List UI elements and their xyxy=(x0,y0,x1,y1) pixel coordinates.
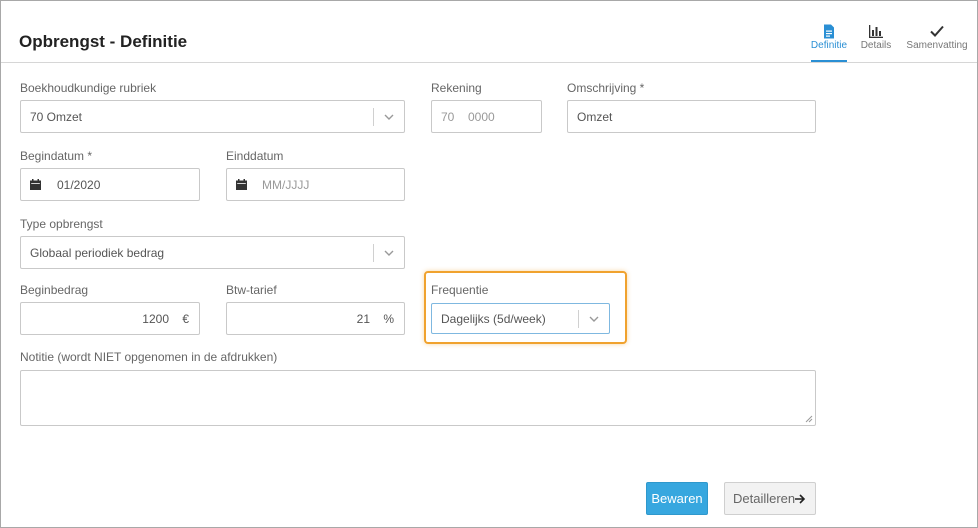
step-samenvatting-label: Samenvatting xyxy=(906,40,968,51)
resize-grip-icon[interactable] xyxy=(805,415,813,423)
chevron-down-icon xyxy=(384,114,394,120)
rubriek-select[interactable]: 70 Omzet xyxy=(20,100,405,133)
percent-suffix: % xyxy=(383,312,394,326)
step-definitie[interactable]: Definitie xyxy=(809,23,849,62)
step-details[interactable]: Details xyxy=(859,23,893,51)
save-button[interactable]: Bewaren xyxy=(646,482,708,515)
frequentie-value: Dagelijks (5d/week) xyxy=(441,312,546,326)
step-samenvatting[interactable]: Samenvatting xyxy=(905,23,969,51)
calendar-icon xyxy=(30,179,41,190)
detailleren-button[interactable]: Detailleren xyxy=(724,482,816,515)
einddatum-placeholder: MM/JJJJ xyxy=(262,178,310,192)
btw-label: Btw-tarief xyxy=(226,283,277,297)
document-icon xyxy=(824,24,834,39)
rubriek-value: 70 Omzet xyxy=(30,110,83,124)
begindatum-input[interactable]: 01/2020 xyxy=(20,168,200,201)
type-select[interactable]: Globaal periodiek bedrag xyxy=(20,236,405,269)
currency-suffix: € xyxy=(182,312,189,326)
begindatum-value: 01/2020 xyxy=(57,178,101,192)
select-separator xyxy=(578,310,579,328)
rekening-value: 0000 xyxy=(468,110,495,124)
beginbedrag-input[interactable]: 1200 € xyxy=(20,302,200,335)
checkmark-icon xyxy=(930,25,944,37)
detailleren-label: Detailleren xyxy=(733,491,796,506)
type-label: Type opbrengst xyxy=(20,217,103,231)
calendar-icon xyxy=(236,179,247,190)
rekening-input[interactable]: 70 0000 xyxy=(431,100,542,133)
form-window: Opbrengst - Definitie Definitie Details xyxy=(0,0,978,528)
frequentie-select[interactable]: Dagelijks (5d/week) xyxy=(431,303,610,334)
beginbedrag-label: Beginbedrag xyxy=(20,283,89,297)
step-details-label: Details xyxy=(860,40,892,51)
btw-input[interactable]: 21 % xyxy=(226,302,405,335)
chevron-down-icon xyxy=(384,250,394,256)
page-title: Opbrengst - Definitie xyxy=(19,32,188,51)
select-separator xyxy=(373,244,374,262)
rekening-prefix: 70 xyxy=(441,110,455,124)
chevron-down-icon xyxy=(589,316,599,322)
omschrijving-value: Omzet xyxy=(577,110,613,124)
frequentie-label: Frequentie xyxy=(431,283,489,297)
header-divider xyxy=(1,62,977,63)
select-separator xyxy=(373,108,374,126)
bar-chart-icon xyxy=(869,25,883,38)
einddatum-label: Einddatum xyxy=(226,149,284,163)
begindatum-label: Begindatum * xyxy=(20,149,93,163)
arrow-right-icon xyxy=(795,494,806,504)
notitie-textarea[interactable] xyxy=(20,370,816,426)
einddatum-input[interactable]: MM/JJJJ xyxy=(226,168,405,201)
btw-value: 21 xyxy=(356,312,370,326)
type-value: Globaal periodiek bedrag xyxy=(30,246,165,260)
step-definitie-label: Definitie xyxy=(810,40,848,51)
rekening-label: Rekening xyxy=(431,81,482,95)
beginbedrag-value: 1200 xyxy=(142,312,169,326)
step-navigation: Definitie Details Samenvatting xyxy=(809,23,969,63)
omschrijving-label: Omschrijving * xyxy=(567,81,645,95)
rubriek-label: Boekhoudkundige rubriek xyxy=(20,81,157,95)
omschrijving-input[interactable]: Omzet xyxy=(567,100,816,133)
notitie-label: Notitie (wordt NIET opgenomen in de afdr… xyxy=(20,350,278,364)
